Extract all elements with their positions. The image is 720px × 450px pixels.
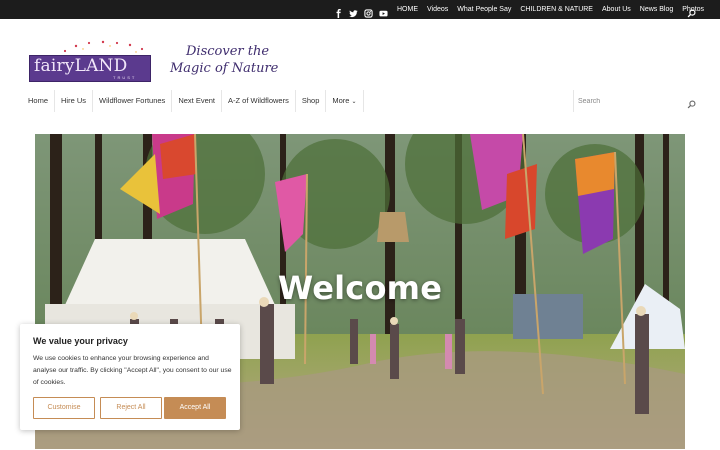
cookie-text: We use cookies to enhance your browsing … bbox=[33, 355, 232, 386]
tagline-line-1: Discover the bbox=[186, 44, 270, 59]
main-nav: Home Hire Us Wildflower Fortunes Next Ev… bbox=[22, 90, 364, 112]
top-link-news-blog[interactable]: News Blog bbox=[640, 6, 673, 13]
search-icon[interactable] bbox=[687, 5, 696, 18]
stars-decoration bbox=[63, 40, 144, 53]
twitter-icon[interactable] bbox=[349, 5, 358, 18]
logo-wordmark: fairyLAND bbox=[34, 56, 128, 76]
tagline-line-2: Magic of Nature bbox=[170, 61, 279, 76]
facebook-icon[interactable] bbox=[334, 5, 343, 18]
social-links bbox=[334, 0, 388, 19]
nav-item-a-z-wildflowers[interactable]: A-Z of Wildflowers bbox=[222, 90, 296, 112]
top-link-home[interactable]: HOME bbox=[397, 6, 418, 13]
site-logo[interactable]: fairyLAND TRUST bbox=[29, 40, 151, 84]
nav-item-more[interactable]: More ⌄ bbox=[326, 90, 364, 112]
instagram-icon[interactable] bbox=[364, 5, 373, 18]
search-icon[interactable] bbox=[687, 96, 696, 109]
accept-all-button[interactable]: Accept All bbox=[164, 397, 226, 419]
hero-heading: Welcome bbox=[277, 269, 443, 307]
tagline: Discover the Magic of Nature bbox=[170, 44, 295, 84]
top-link-about-us[interactable]: About Us bbox=[602, 6, 631, 13]
top-links: HOME Videos What People Say CHILDREN & N… bbox=[397, 0, 713, 19]
reject-all-button[interactable]: Reject All bbox=[100, 397, 162, 419]
nav-item-shop[interactable]: Shop bbox=[296, 90, 327, 112]
cookie-consent-dialog: We value your privacy We use cookies to … bbox=[20, 324, 240, 430]
top-link-what-people-say[interactable]: What People Say bbox=[457, 6, 511, 13]
nav-more-label: More bbox=[332, 96, 350, 105]
top-bar: HOME Videos What People Say CHILDREN & N… bbox=[0, 0, 720, 19]
nav-item-home[interactable]: Home bbox=[22, 90, 56, 112]
logo-subtitle: TRUST bbox=[113, 75, 137, 80]
search-input[interactable] bbox=[578, 95, 678, 107]
nav-item-next-event[interactable]: Next Event bbox=[172, 90, 222, 112]
youtube-icon[interactable] bbox=[379, 5, 388, 17]
top-link-children-nature[interactable]: CHILDREN & NATURE bbox=[520, 6, 593, 13]
cookie-title: We value your privacy bbox=[33, 336, 128, 346]
nav-item-wildflower-fortunes[interactable]: Wildflower Fortunes bbox=[93, 90, 173, 112]
top-link-videos[interactable]: Videos bbox=[427, 6, 448, 13]
customise-button[interactable]: Customise bbox=[33, 397, 95, 419]
chevron-down-icon: ⌄ bbox=[351, 99, 357, 105]
nav-search bbox=[573, 90, 697, 112]
nav-item-hire-us[interactable]: Hire Us bbox=[55, 90, 94, 112]
